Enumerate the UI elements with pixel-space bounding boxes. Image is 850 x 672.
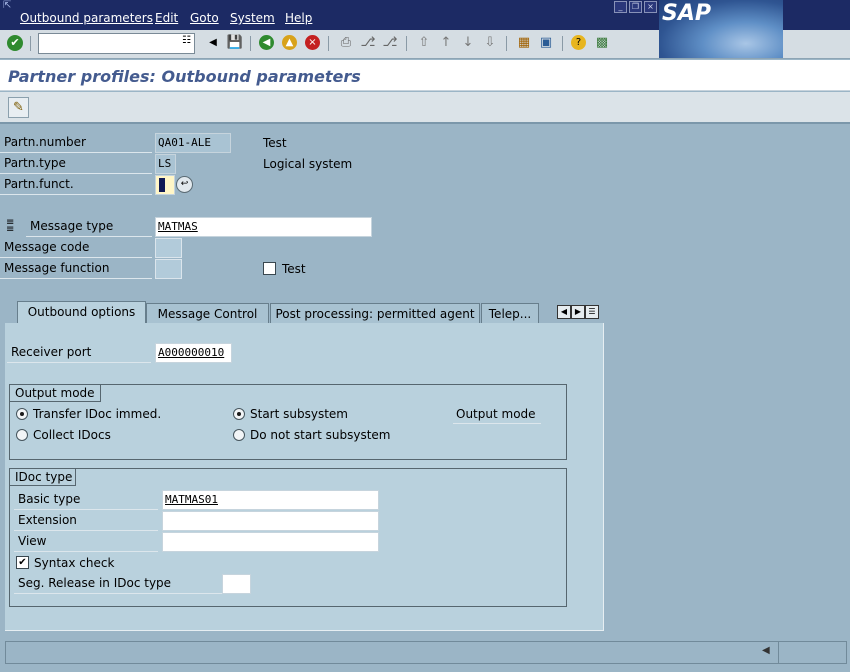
- toolbar-separator: [250, 36, 251, 51]
- layout-menu-icon[interactable]: ▩: [593, 34, 611, 52]
- minimize-icon[interactable]: _: [614, 1, 627, 13]
- tab-scroll-left-icon[interactable]: ◀: [557, 305, 571, 319]
- view-field[interactable]: [162, 532, 379, 552]
- menu-edit[interactable]: Edit: [155, 11, 178, 25]
- message-type-field[interactable]: MATMAS: [155, 217, 372, 237]
- last-page-icon[interactable]: ⇩: [481, 34, 499, 52]
- output-mode-group: Output mode Transfer IDoc immed. Collect…: [9, 384, 567, 460]
- message-type-label: Message type: [26, 217, 152, 237]
- toolbar-separator: [328, 36, 329, 51]
- partner-function-label: Partn.funct.: [0, 175, 152, 195]
- exit-icon[interactable]: ▲: [282, 35, 297, 50]
- tab-outbound-options[interactable]: Outbound options: [17, 301, 146, 325]
- find-icon[interactable]: ⎇: [359, 34, 377, 52]
- partner-number-description: Test: [263, 136, 287, 150]
- restore-icon[interactable]: ❐: [629, 1, 642, 13]
- dropdown-icon[interactable]: ☷: [182, 35, 191, 46]
- toolbar-separator: [506, 36, 507, 51]
- command-field[interactable]: ☷: [38, 33, 195, 54]
- back-arrow-icon[interactable]: ◀: [204, 34, 222, 52]
- partner-function-field[interactable]: [155, 175, 175, 195]
- cancel-icon[interactable]: ×: [305, 35, 320, 50]
- receiver-port-field[interactable]: A000000010: [155, 343, 232, 363]
- start-subsystem-radio[interactable]: [233, 408, 245, 420]
- test-checkbox-label: Test: [282, 262, 306, 276]
- test-checkbox[interactable]: [263, 262, 276, 275]
- message-code-label: Message code: [0, 238, 152, 258]
- edit-pencil-icon[interactable]: ✎: [8, 97, 29, 118]
- message-function-label: Message function: [0, 259, 152, 279]
- find-next-icon[interactable]: ⎇: [381, 34, 399, 52]
- help-icon[interactable]: ?: [571, 35, 586, 50]
- do-not-start-subsystem-label: Do not start subsystem: [250, 428, 391, 442]
- syntax-check-label: Syntax check: [34, 556, 115, 570]
- close-icon[interactable]: ×: [644, 1, 657, 13]
- message-type-icon: ≡ ≡: [6, 217, 15, 235]
- message-code-field[interactable]: [155, 238, 182, 258]
- start-subsystem-label: Start subsystem: [250, 407, 348, 421]
- tab-message-control[interactable]: Message Control: [146, 303, 269, 325]
- menu-outbound-parameters[interactable]: Outbound parameters: [20, 11, 153, 25]
- sap-logo: SAP: [659, 0, 783, 58]
- output-mode-group-title: Output mode: [10, 385, 101, 402]
- partner-type-field: LS: [155, 154, 176, 174]
- title-bar: Partner profiles: Outbound parameters: [0, 60, 850, 91]
- text-cursor: [159, 178, 165, 192]
- receiver-port-label: Receiver port: [7, 343, 151, 363]
- idoc-type-group: IDoc type Basic type MATMAS01 Extension …: [9, 468, 567, 607]
- transfer-immediately-label: Transfer IDoc immed.: [33, 407, 162, 421]
- sap-window-icon[interactable]: ⇱: [3, 0, 11, 11]
- toolbar-separator: [562, 36, 563, 51]
- menu-goto[interactable]: Goto: [190, 11, 219, 25]
- tab-panel-outbound-options: Receiver port A000000010 Output mode Tra…: [5, 323, 604, 631]
- toolbar-separator: [406, 36, 407, 51]
- menu-system[interactable]: System: [230, 11, 275, 25]
- value-help-icon[interactable]: ↩: [176, 176, 193, 193]
- view-label: View: [14, 532, 158, 552]
- shortcut-icon[interactable]: ▣: [537, 34, 555, 52]
- idoc-type-group-title: IDoc type: [10, 469, 76, 486]
- tab-list-icon[interactable]: ☰: [585, 305, 599, 319]
- enter-icon[interactable]: ✔: [7, 35, 23, 51]
- page-title: Partner profiles: Outbound parameters: [8, 67, 361, 86]
- print-icon[interactable]: ⎙: [337, 34, 355, 52]
- do-not-start-subsystem-radio[interactable]: [233, 429, 245, 441]
- create-session-icon[interactable]: ▦: [515, 34, 533, 52]
- tab-telephony[interactable]: Telep...: [481, 303, 539, 325]
- collect-idocs-radio[interactable]: [16, 429, 28, 441]
- seg-release-field[interactable]: [222, 574, 251, 594]
- seg-release-label: Seg. Release in IDoc type: [14, 574, 223, 594]
- tab-scroll-right-icon[interactable]: ▶: [571, 305, 585, 319]
- extension-field[interactable]: [162, 511, 379, 531]
- partner-type-description: Logical system: [263, 157, 353, 171]
- back-icon[interactable]: ◀: [259, 35, 274, 50]
- transfer-immediately-radio[interactable]: [16, 408, 28, 420]
- next-page-icon[interactable]: ↓: [459, 34, 477, 52]
- tab-post-processing[interactable]: Post processing: permitted agent: [270, 303, 480, 325]
- output-mode-field-label: Output mode: [453, 407, 541, 424]
- partner-type-label: Partn.type: [0, 154, 152, 174]
- syntax-check-checkbox[interactable]: ✔: [16, 556, 29, 569]
- application-toolbar: ✎: [0, 92, 850, 124]
- partner-number-field: QA01-ALE: [155, 133, 231, 153]
- message-function-field[interactable]: [155, 259, 182, 279]
- collect-idocs-label: Collect IDocs: [33, 428, 111, 442]
- extension-label: Extension: [14, 511, 158, 531]
- status-bar: ◀: [5, 641, 847, 664]
- save-icon[interactable]: 💾: [226, 34, 244, 52]
- status-scroll-left-icon[interactable]: ◀: [762, 645, 770, 656]
- previous-page-icon[interactable]: ↑: [437, 34, 455, 52]
- partner-number-label: Partn.number: [0, 133, 152, 153]
- menu-help[interactable]: Help: [285, 11, 312, 25]
- basic-type-field[interactable]: MATMAS01: [162, 490, 379, 510]
- basic-type-label: Basic type: [14, 490, 158, 510]
- system-info-field: [778, 642, 779, 663]
- toolbar-separator: [30, 36, 31, 51]
- first-page-icon[interactable]: ⇧: [415, 34, 433, 52]
